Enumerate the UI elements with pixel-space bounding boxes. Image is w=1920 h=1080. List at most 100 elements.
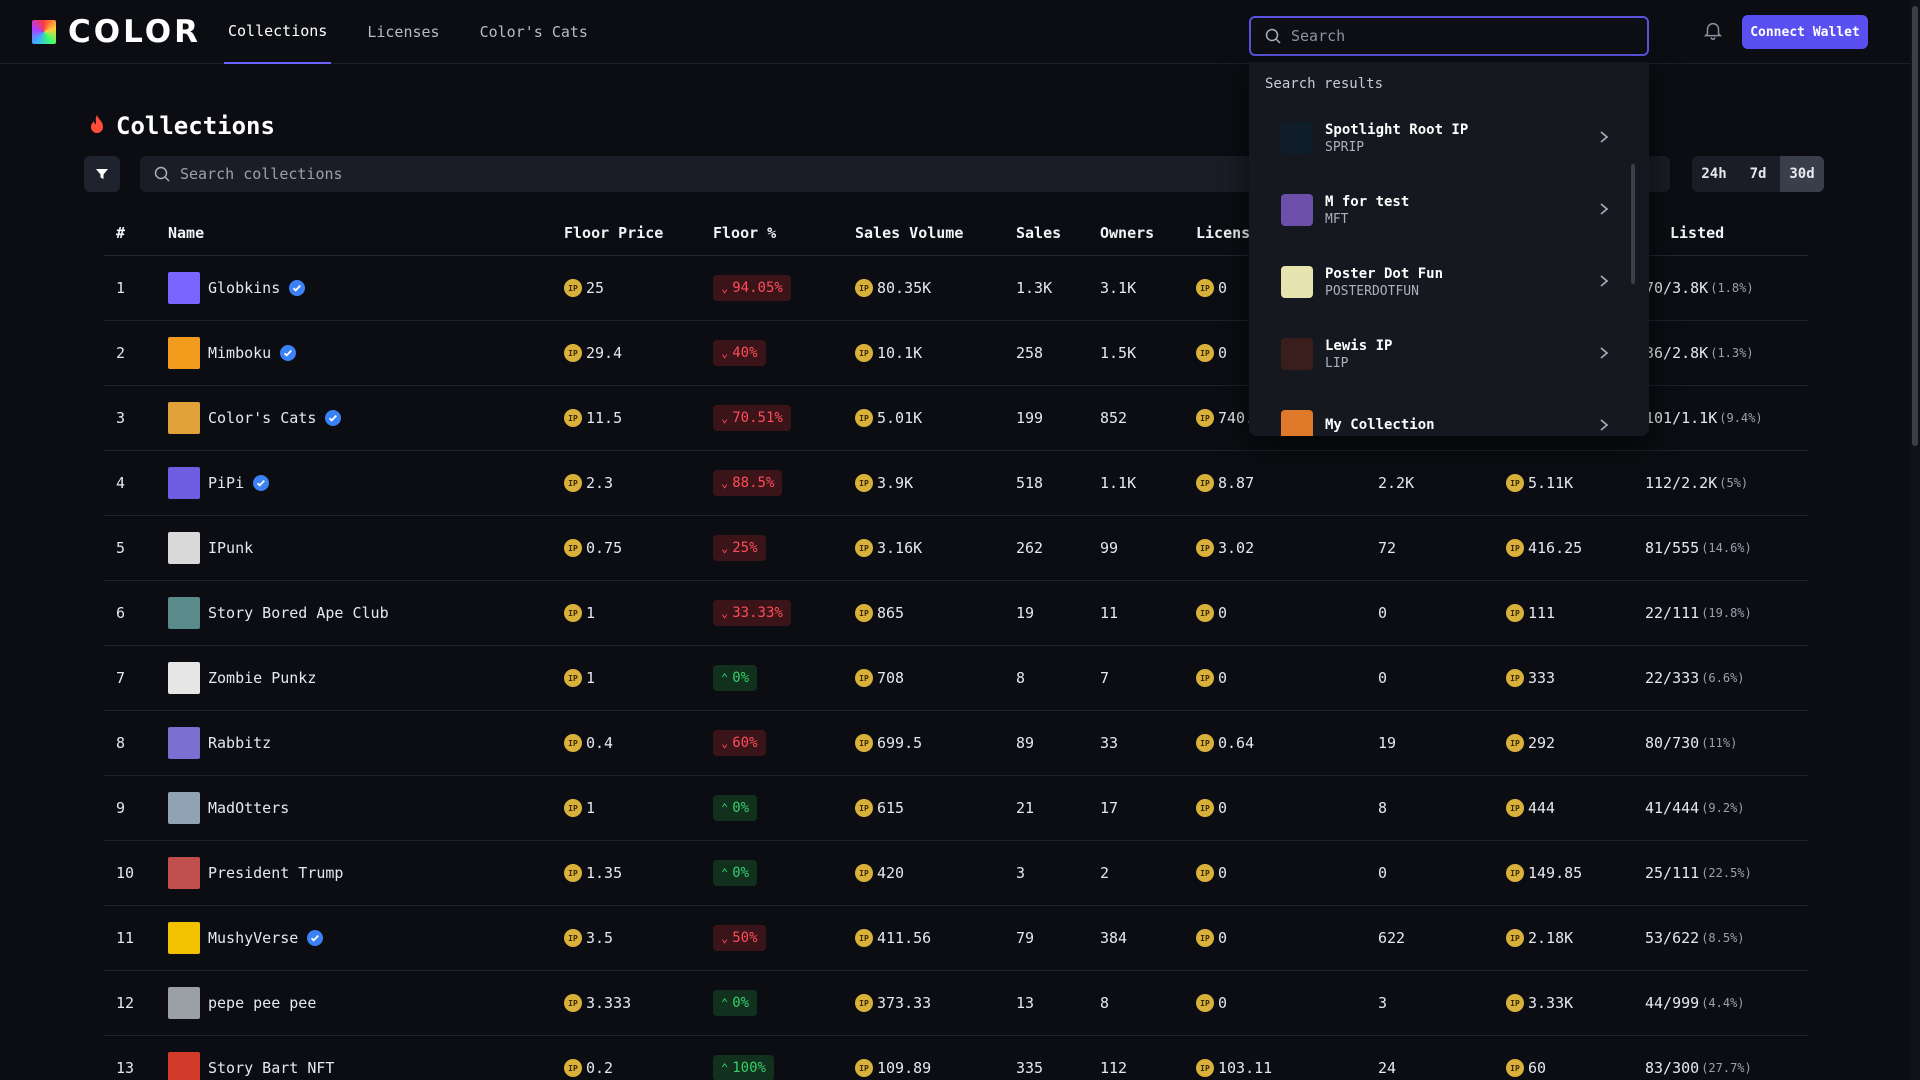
chevron-down-icon: ⌄ <box>721 541 729 555</box>
logo[interactable]: COLOR <box>32 17 201 48</box>
row-name-cell[interactable]: MushyVerse <box>168 906 324 970</box>
table-row[interactable]: 12 pepe pee pee IP 3.333 ⌃ 0% IP 373.33 13 … <box>104 971 1808 1036</box>
col-sales-volume[interactable]: Sales Volume <box>855 224 963 242</box>
row-floor-pct: ⌃ 0% <box>713 776 758 840</box>
global-search-input[interactable] <box>1291 27 1621 45</box>
ip-token-icon: IP <box>855 409 873 427</box>
row-floor-pct: ⌃ 0% <box>713 971 758 1035</box>
period-30d[interactable]: 30d <box>1780 156 1824 192</box>
row-owners: 852 <box>1100 409 1128 427</box>
row-floor-price: IP 1 <box>564 581 595 645</box>
col-sales[interactable]: Sales <box>1016 224 1061 242</box>
chevron-right-icon <box>1600 275 1609 287</box>
row-name-cell[interactable]: pepe pee pee <box>168 971 316 1035</box>
search-result-item[interactable]: Spotlight Root IP SPRIP <box>1249 102 1633 174</box>
row-sales: 8 <box>1016 669 1026 687</box>
col-owners[interactable]: Owners <box>1100 224 1154 242</box>
bell-icon[interactable] <box>1702 20 1724 42</box>
row-rank: 9 <box>116 799 126 817</box>
period-7d[interactable]: 7d <box>1736 156 1780 192</box>
search-result-item[interactable]: My Collection <box>1249 390 1633 436</box>
row-listed: 83/300 (27.7%) <box>1645 1059 1752 1077</box>
table-row[interactable]: 8 Rabbitz IP 0.4 ⌄ 60% IP 699.5 89 33 IP 0.6… <box>104 711 1808 776</box>
page-scrollbar[interactable] <box>1910 0 1920 1080</box>
row-name-cell[interactable]: Story Bored Ape Club <box>168 581 389 645</box>
floor-change-badge: ⌄ 88.5% <box>713 470 783 496</box>
collection-name[interactable]: IPunk <box>208 539 253 557</box>
row-name-cell[interactable]: Story Bart NFT <box>168 1036 334 1080</box>
ip-token-icon: IP <box>564 279 582 297</box>
collection-name[interactable]: Rabbitz <box>208 734 271 752</box>
table-row[interactable]: 10 President Trump IP 1.35 ⌃ 0% IP 420 3 2 … <box>104 841 1808 906</box>
collection-name[interactable]: Story Bart NFT <box>208 1059 334 1077</box>
table-row[interactable]: 6 Story Bored Ape Club IP 1 ⌄ 33.33% IP 865… <box>104 581 1808 646</box>
row-floor-price: IP 3.333 <box>564 971 631 1035</box>
row-rank: 3 <box>116 409 126 427</box>
col-name[interactable]: Name <box>168 224 204 242</box>
collection-thumbnail <box>168 597 200 629</box>
nav-licenses[interactable]: Licenses <box>363 0 443 64</box>
floor-change-badge: ⌄ 70.51% <box>713 405 791 431</box>
period-24h[interactable]: 24h <box>1692 156 1736 192</box>
row-sales: 89 <box>1016 734 1035 752</box>
connect-wallet-button[interactable]: Connect Wallet <box>1742 15 1868 49</box>
row-rank: 1 <box>116 279 126 297</box>
table-row[interactable]: 4 PiPi IP 2.3 ⌄ 88.5% IP 3.9K 518 1.1K IP 8.… <box>104 451 1808 516</box>
collection-name[interactable]: Color's Cats <box>208 409 316 427</box>
row-sales: 199 <box>1016 409 1044 427</box>
row-floor-price: IP 25 <box>564 256 604 320</box>
collection-search-input[interactable] <box>180 165 780 183</box>
ip-token-icon: IP <box>1506 734 1524 752</box>
row-listed: 81/555 (14.6%) <box>1645 539 1752 557</box>
dropdown-scrollbar[interactable] <box>1631 164 1635 284</box>
ip-token-icon: IP <box>1506 474 1524 492</box>
table-row[interactable]: 7 Zombie Punkz IP 1 ⌃ 0% IP 708 8 7 IP 0 0 I… <box>104 646 1808 711</box>
row-name-cell[interactable]: Globkins <box>168 256 306 320</box>
collection-name[interactable]: MadOtters <box>208 799 289 817</box>
result-text: Poster Dot Fun POSTERDOTFUN <box>1325 266 1443 299</box>
collection-name[interactable]: PiPi <box>208 474 244 492</box>
table-row[interactable]: 5 IPunk IP 0.75 ⌄ 25% IP 3.16K 262 99 IP 3.0… <box>104 516 1808 581</box>
row-floor-price: IP 2.3 <box>564 451 613 515</box>
row-name-cell[interactable]: PiPi <box>168 451 270 515</box>
row-name-cell[interactable]: President Trump <box>168 841 343 905</box>
page-scrollbar-thumb[interactable] <box>1912 6 1918 446</box>
row-floor-pct: ⌄ 88.5% <box>713 451 783 515</box>
search-result-item[interactable]: Poster Dot Fun POSTERDOTFUN <box>1249 246 1633 318</box>
collection-name[interactable]: Zombie Punkz <box>208 669 316 687</box>
search-result-item[interactable]: Lewis IP LIP <box>1249 318 1633 390</box>
table-row[interactable]: 13 Story Bart NFT IP 0.2 ⌃ 100% IP 109.89 3… <box>104 1036 1808 1080</box>
nav-collections[interactable]: Collections <box>224 0 332 64</box>
row-name-cell[interactable]: Color's Cats <box>168 386 342 450</box>
collection-name[interactable]: Mimboku <box>208 344 271 362</box>
col-listed[interactable]: Listed <box>1670 224 1724 242</box>
row-col10: IP 149.85 <box>1506 841 1582 905</box>
global-search[interactable] <box>1249 16 1649 56</box>
search-result-item[interactable]: M for test MFT <box>1249 174 1633 246</box>
row-name-cell[interactable]: MadOtters <box>168 776 289 840</box>
collection-name[interactable]: President Trump <box>208 864 343 882</box>
filter-button[interactable] <box>84 156 120 192</box>
row-name-cell[interactable]: Zombie Punkz <box>168 646 316 710</box>
row-sales: 518 <box>1016 474 1044 492</box>
collection-thumbnail <box>168 792 200 824</box>
search-results-dropdown: Search results Spotlight Root IP SPRIP M… <box>1249 62 1649 436</box>
collection-name[interactable]: pepe pee pee <box>208 994 316 1012</box>
row-col9: 622 <box>1378 929 1406 947</box>
collection-name[interactable]: MushyVerse <box>208 929 298 947</box>
col-rank[interactable]: # <box>116 224 125 242</box>
row-name-cell[interactable]: Mimboku <box>168 321 297 385</box>
col-floor-pct[interactable]: Floor % <box>713 224 776 242</box>
chevron-down-icon: ⌄ <box>721 606 729 620</box>
collection-name[interactable]: Globkins <box>208 279 280 297</box>
nav-colors-cats[interactable]: Color's Cats <box>476 0 592 64</box>
row-name-cell[interactable]: Rabbitz <box>168 711 271 775</box>
col-floor-price[interactable]: Floor Price <box>564 224 663 242</box>
row-name-cell[interactable]: IPunk <box>168 516 253 580</box>
row-owners: 99 <box>1100 539 1119 557</box>
table-row[interactable]: 11 MushyVerse IP 3.5 ⌄ 50% IP 411.56 79 384… <box>104 906 1808 971</box>
row-floor-price: IP 3.5 <box>564 906 613 970</box>
collection-name[interactable]: Story Bored Ape Club <box>208 604 389 622</box>
table-row[interactable]: 9 MadOtters IP 1 ⌃ 0% IP 615 21 17 IP 0 8 IP… <box>104 776 1808 841</box>
row-listed: 25/111 (22.5%) <box>1645 864 1752 882</box>
